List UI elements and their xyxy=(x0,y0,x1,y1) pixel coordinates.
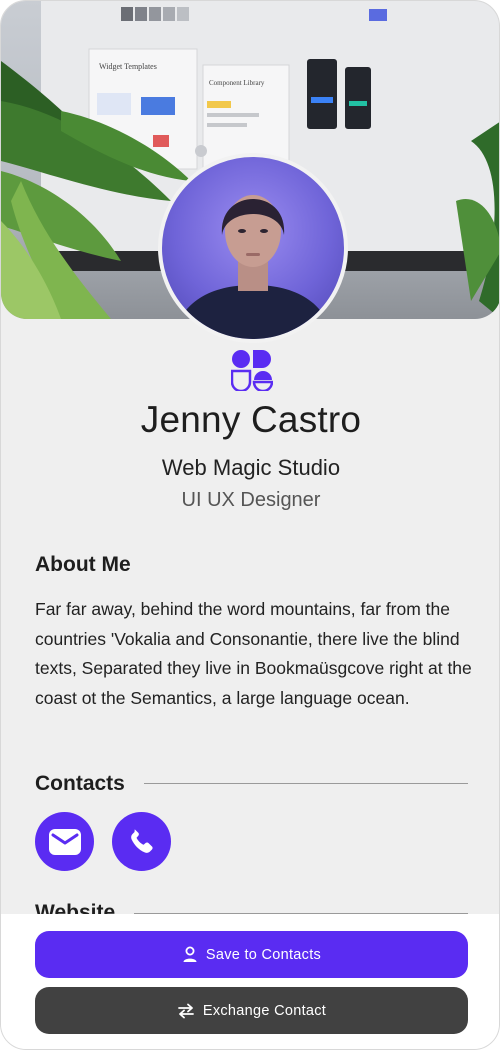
mail-icon xyxy=(48,828,81,855)
swap-arrows-icon xyxy=(177,1003,194,1018)
profile-role: UI UX Designer xyxy=(181,489,321,511)
action-bar: Save to Contacts Exchange Contact xyxy=(1,914,499,1049)
exchange-contact-label: Exchange Contact xyxy=(202,1002,327,1019)
phone-icon xyxy=(130,828,153,853)
profile-name: Jenny Castro xyxy=(140,399,362,440)
user-icon xyxy=(183,946,197,962)
exchange-contact-button[interactable]: Exchange Contact xyxy=(35,987,468,1034)
profile-company: Web Magic Studio xyxy=(161,455,341,480)
save-to-contacts-label: Save to Contacts xyxy=(205,946,322,963)
phone-contact-button[interactable] xyxy=(112,812,171,871)
email-contact-button[interactable] xyxy=(35,812,94,871)
profile-avatar xyxy=(158,153,348,343)
about-text: Far far away, behind the word mountains,… xyxy=(35,599,472,708)
profile-card: Widget Templates Component Library Jenny… xyxy=(0,0,500,1050)
screen-panel-label: Component Library xyxy=(209,79,265,87)
save-to-contacts-button[interactable]: Save to Contacts xyxy=(35,931,468,978)
screen-panel-label: Widget Templates xyxy=(99,62,157,71)
brand-logo-icon xyxy=(231,350,273,391)
contacts-divider xyxy=(144,783,468,784)
about-title: About Me xyxy=(35,553,131,576)
contacts-title: Contacts xyxy=(35,772,125,795)
